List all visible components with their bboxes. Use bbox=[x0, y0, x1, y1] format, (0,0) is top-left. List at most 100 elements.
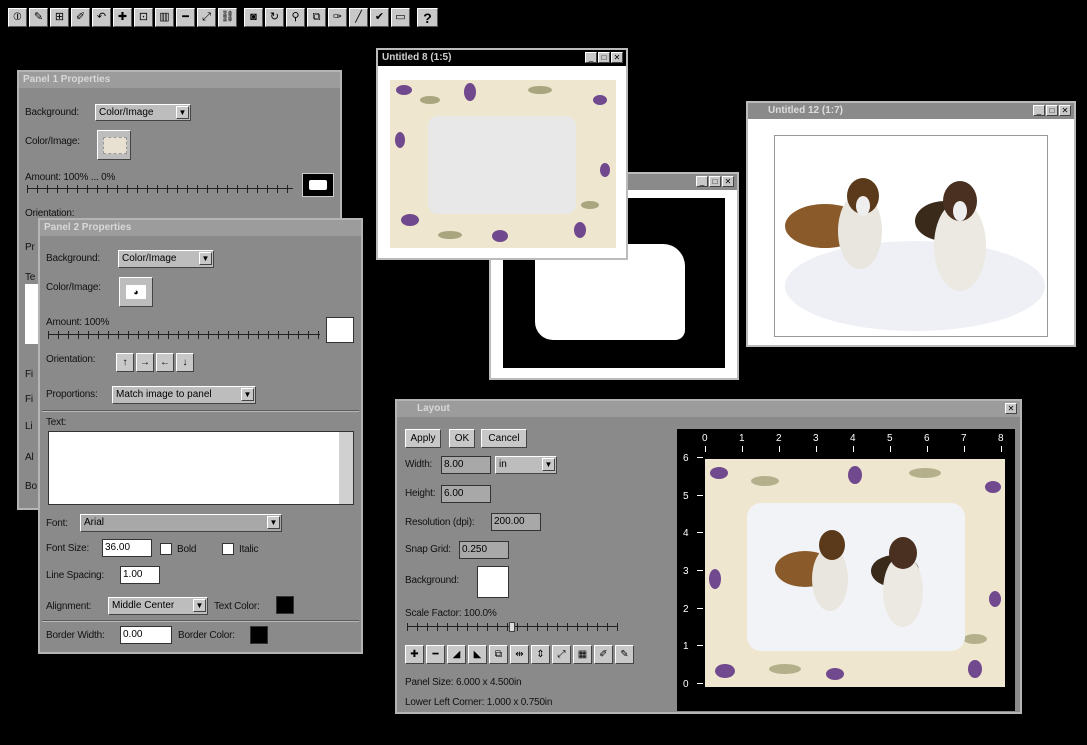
layout-snap-input[interactable]: 0.250 bbox=[459, 541, 509, 559]
undo-icon: ↶ bbox=[96, 11, 107, 23]
orient-up-button[interactable]: ↑ bbox=[116, 353, 134, 372]
panel2-alignment-select[interactable]: Middle Center ▼ bbox=[108, 597, 208, 615]
link-tool-button[interactable]: ⛓ bbox=[218, 8, 237, 27]
orient-right-button[interactable]: → bbox=[136, 353, 154, 372]
rotate-tool-button[interactable]: ↻ bbox=[265, 8, 284, 27]
minimize-icon[interactable]: _ bbox=[585, 52, 597, 63]
ruler-y-label: 2 bbox=[683, 603, 689, 615]
panel2-amount-slider[interactable] bbox=[48, 330, 320, 340]
grid-tool-button[interactable]: ⊞ bbox=[50, 8, 69, 27]
close-icon[interactable]: ✕ bbox=[1059, 105, 1071, 116]
orient-down-button[interactable]: ↓ bbox=[176, 353, 194, 372]
layout-tool-button[interactable]: ✎ bbox=[615, 645, 634, 664]
italic-checkbox[interactable] bbox=[222, 543, 234, 555]
panel2-text-color-label: Text Color: bbox=[214, 601, 260, 612]
line-tool-button[interactable]: ╱ bbox=[349, 8, 368, 27]
image-tool-button[interactable]: ▭ bbox=[391, 8, 410, 27]
layout-title[interactable]: Layout bbox=[397, 401, 1020, 417]
bold-checkbox[interactable] bbox=[160, 543, 172, 555]
panel2-line-spacing-input[interactable]: 1.00 bbox=[120, 566, 160, 584]
ruler-vertical: 6 5 4 3 2 1 0 bbox=[683, 453, 703, 690]
close-icon[interactable]: ✕ bbox=[611, 52, 623, 63]
panel2-color-image-label: Color/Image: bbox=[46, 282, 101, 293]
image-icon: ▭ bbox=[395, 11, 406, 23]
layout-tool-button[interactable]: ━ bbox=[426, 645, 445, 664]
panel1-color-image-button[interactable] bbox=[97, 130, 131, 160]
wand-tool-button[interactable]: ⚲ bbox=[286, 8, 305, 27]
layout-height-input[interactable]: 6.00 bbox=[441, 485, 491, 503]
layout-composite-image[interactable] bbox=[705, 459, 1005, 687]
layout-tool-button[interactable]: ✐ bbox=[594, 645, 613, 664]
apply-button[interactable]: Apply bbox=[405, 429, 441, 448]
help-icon: ? bbox=[423, 9, 432, 26]
frame-tool-button[interactable]: ◙ bbox=[244, 8, 263, 27]
orient-left-button[interactable]: ← bbox=[156, 353, 174, 372]
panel2-font-select[interactable]: Arial ▼ bbox=[80, 514, 282, 532]
layout-resolution-input[interactable]: 200.00 bbox=[491, 513, 541, 531]
ok-button[interactable]: OK bbox=[449, 429, 475, 448]
ruler-x-label: 1 bbox=[739, 433, 745, 444]
panel2-text-color-swatch[interactable] bbox=[276, 596, 294, 614]
maximize-icon[interactable]: □ bbox=[598, 52, 610, 63]
layout-tool-button[interactable]: ⇕ bbox=[531, 645, 550, 664]
ruler-x-label: 4 bbox=[850, 433, 856, 444]
panel2-text-area[interactable] bbox=[48, 431, 354, 505]
layout-tool-button[interactable]: ✚ bbox=[405, 645, 424, 664]
panel2-background-select[interactable]: Color/Image ▼ bbox=[118, 250, 214, 268]
pen-tool-button[interactable]: ✔ bbox=[370, 8, 389, 27]
panel1-background-select[interactable]: Color/Image ▼ bbox=[95, 104, 191, 121]
help-tool-button[interactable]: ? bbox=[417, 8, 438, 27]
add-tool-button[interactable]: ✚ bbox=[113, 8, 132, 27]
text-tool-tool-button[interactable]: ✐ bbox=[71, 8, 90, 27]
text-scrollbar[interactable] bbox=[339, 432, 353, 504]
panel2-border-color-swatch[interactable] bbox=[250, 626, 268, 644]
minimize-icon[interactable]: _ bbox=[696, 176, 708, 187]
minus-tool-button[interactable]: ━ bbox=[176, 8, 195, 27]
layout-background-swatch[interactable] bbox=[477, 566, 509, 598]
layout-tool-button[interactable]: ▦ bbox=[573, 645, 592, 664]
layout-unit-select[interactable]: in ▼ bbox=[495, 456, 557, 474]
floral-frame-image[interactable] bbox=[390, 80, 616, 248]
brush-tool-button[interactable]: ✑ bbox=[328, 8, 347, 27]
layers-tool-button[interactable]: ⧉ bbox=[307, 8, 326, 27]
panel1-amount-swatch[interactable] bbox=[302, 173, 334, 197]
panel-icon: ⦶ bbox=[13, 11, 22, 23]
panel1-title[interactable]: Panel 1 Properties bbox=[19, 72, 340, 88]
ruler-x-label: 3 bbox=[813, 433, 819, 444]
panel1-amount-slider[interactable] bbox=[27, 184, 293, 194]
close-icon[interactable]: ✕ bbox=[1005, 403, 1017, 414]
minimize-icon[interactable]: _ bbox=[1033, 105, 1045, 116]
layout-background-label: Background: bbox=[405, 575, 459, 586]
layout-scale-slider[interactable] bbox=[407, 622, 618, 632]
panel2-border-width-input[interactable]: 0.00 bbox=[120, 626, 172, 644]
untitled12-title[interactable]: Untitled 12 (1:7) bbox=[748, 103, 1074, 119]
chevron-down-icon: ▼ bbox=[193, 599, 206, 612]
layout-tool-button[interactable]: ⤢ bbox=[552, 645, 571, 664]
maximize-icon[interactable]: □ bbox=[709, 176, 721, 187]
layout-width-input[interactable]: 8.00 bbox=[441, 456, 491, 474]
image-thumbnail-icon bbox=[103, 137, 127, 154]
layout-tool-button[interactable]: ⧉ bbox=[489, 645, 508, 664]
panel2-amount-swatch[interactable] bbox=[326, 317, 354, 343]
expand-tool-button[interactable]: ⤢ bbox=[197, 8, 216, 27]
layout-tool-button[interactable]: ◣ bbox=[468, 645, 487, 664]
ruler-y-label: 5 bbox=[683, 490, 689, 502]
maximize-icon[interactable]: □ bbox=[1046, 105, 1058, 116]
layout-tool-button[interactable]: ⇹ bbox=[510, 645, 529, 664]
layout-tool-button[interactable]: ◢ bbox=[447, 645, 466, 664]
close-icon[interactable]: ✕ bbox=[722, 176, 734, 187]
panel2-color-image-button[interactable]: ◕ bbox=[119, 277, 153, 307]
slider-thumb[interactable] bbox=[509, 622, 515, 632]
cancel-button[interactable]: Cancel bbox=[481, 429, 527, 448]
fit-tool-button[interactable]: ⊡ bbox=[134, 8, 153, 27]
panel-tool-button[interactable]: ⦶ bbox=[8, 8, 27, 27]
panel2-font-size-input[interactable]: 36.00 bbox=[102, 539, 152, 557]
panel2-title[interactable]: Panel 2 Properties bbox=[40, 220, 361, 236]
edit-panel-tool-button[interactable]: ✎ bbox=[29, 8, 48, 27]
dogs-photo[interactable] bbox=[774, 135, 1048, 337]
columns-tool-button[interactable]: ▥ bbox=[155, 8, 174, 27]
undo-tool-button[interactable]: ↶ bbox=[92, 8, 111, 27]
layout-preview[interactable]: 0 1 2 3 4 5 6 7 8 6 5 4 3 2 1 0 bbox=[677, 429, 1015, 711]
panel2-proportions-select[interactable]: Match image to panel ▼ bbox=[112, 386, 256, 404]
untitled8-window: Untitled 8 (1:5) _ □ ✕ bbox=[376, 48, 628, 260]
